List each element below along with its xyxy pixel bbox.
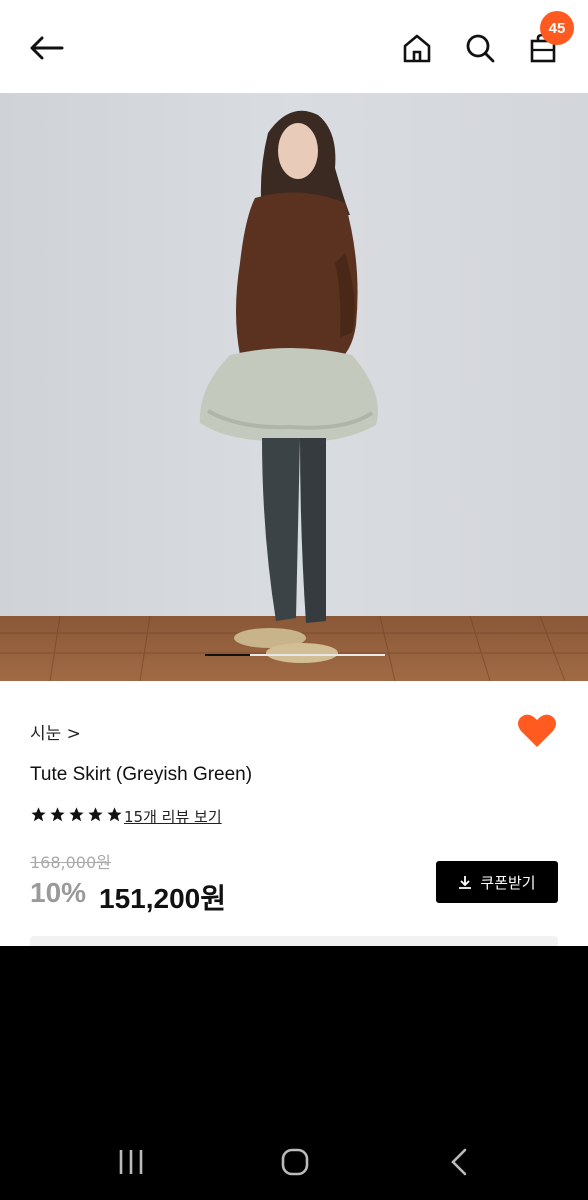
android-nav-bar xyxy=(0,1120,588,1200)
search-icon xyxy=(466,34,495,63)
original-price: 168,000원 xyxy=(30,853,111,872)
carousel-progress-track xyxy=(205,654,385,656)
star-icon xyxy=(69,807,84,822)
star-icon xyxy=(50,807,65,822)
back-button[interactable] xyxy=(26,28,66,68)
back-arrow-icon xyxy=(30,36,64,60)
sale-price: 151,200원 xyxy=(99,883,226,914)
coupon-button[interactable]: 쿠폰받기 xyxy=(436,861,558,903)
system-home-button[interactable] xyxy=(265,1142,325,1182)
home-icon xyxy=(403,34,431,63)
rating-stars xyxy=(30,806,123,823)
home-circle-icon xyxy=(281,1148,309,1176)
star-icon xyxy=(107,807,122,822)
back-chevron-icon xyxy=(451,1148,467,1176)
system-back-button[interactable] xyxy=(430,1142,490,1182)
top-header: 45 xyxy=(0,0,588,93)
carousel-progress-indicator xyxy=(205,654,250,656)
product-image-carousel[interactable] xyxy=(0,93,588,681)
wishlist-button[interactable] xyxy=(517,713,557,753)
star-icon xyxy=(31,807,46,822)
product-info-section: 시눈 > Tute Skirt (Greyish Green) 15개 리뷰 보… xyxy=(0,681,588,946)
download-icon xyxy=(459,876,472,889)
recents-button[interactable] xyxy=(101,1142,161,1182)
product-photo xyxy=(0,93,588,681)
section-divider xyxy=(30,936,558,946)
brand-link[interactable]: 시눈 > xyxy=(30,719,81,744)
search-button[interactable] xyxy=(460,28,500,68)
product-title: Tute Skirt (Greyish Green) xyxy=(30,764,253,785)
review-link[interactable]: 15개 리뷰 보기 xyxy=(124,806,222,827)
discount-rate: 10% xyxy=(30,877,87,908)
cart-count-badge: 45 xyxy=(540,11,574,45)
recents-icon xyxy=(119,1150,143,1174)
star-icon xyxy=(88,807,103,822)
heart-icon xyxy=(518,714,556,747)
home-button[interactable] xyxy=(397,28,437,68)
coupon-label: 쿠폰받기 xyxy=(480,873,536,892)
